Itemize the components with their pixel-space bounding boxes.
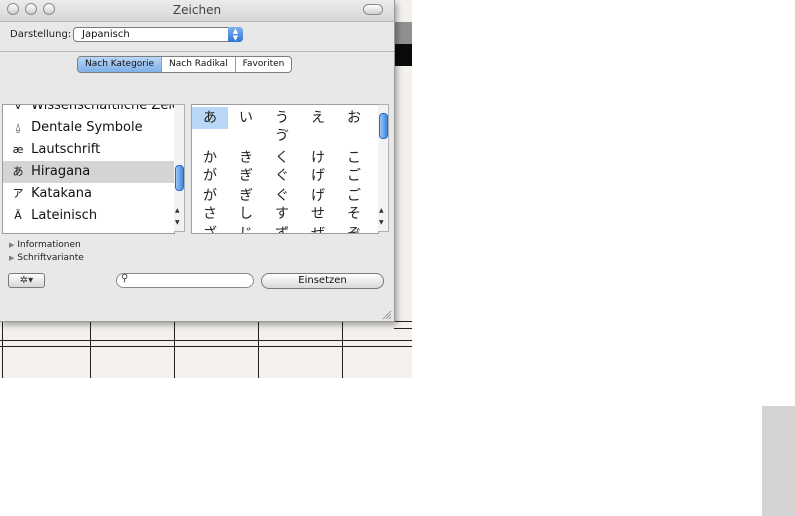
category-item-katakana[interactable]: ア Katakana — [3, 183, 174, 205]
character-scroll-thumb[interactable] — [379, 113, 388, 139]
background-toolbar-strip — [395, 22, 412, 44]
separator — [0, 51, 394, 52]
table-rule — [394, 328, 412, 329]
character-cell[interactable]: せ — [300, 203, 336, 225]
select-arrows-icon: ▲ ▼ — [228, 27, 243, 42]
tab-nach-kategorie[interactable]: Nach Kategorie — [78, 57, 163, 72]
character-cell[interactable]: が — [192, 165, 228, 187]
search-input[interactable] — [133, 275, 248, 286]
table-column-line — [90, 321, 91, 378]
disclosure-triangle-icon: ▶ — [9, 254, 15, 262]
search-icon: ⚲ — [121, 273, 129, 284]
table-column-line — [258, 321, 259, 378]
table-column-line — [174, 321, 175, 378]
search-field[interactable]: ⚲ — [116, 273, 254, 288]
character-cell[interactable]: じ — [228, 223, 264, 233]
category-label: Dentale Symbole — [31, 120, 143, 135]
resize-grip-icon[interactable] — [380, 308, 392, 320]
table-rule — [0, 340, 412, 341]
category-item-hiragana[interactable]: あ Hiragana — [3, 161, 174, 183]
character-palette-window: Zeichen Darstellung: Japanisch ▲ ▼ Nach K… — [0, 0, 395, 322]
category-item-lateinisch[interactable]: Ā Lateinisch — [3, 205, 174, 227]
table-column-line — [342, 321, 343, 378]
character-cell[interactable]: ぞ — [336, 223, 372, 233]
view-segmented-control: Nach Kategorie Nach Radikal Favoriten — [77, 56, 293, 73]
toolbar-toggle-button[interactable] — [363, 4, 383, 15]
gear-menu-button[interactable]: ✲▾ — [8, 273, 45, 288]
character-cell — [228, 125, 264, 147]
font-variant-label: Schriftvariante — [17, 253, 84, 263]
character-cell[interactable]: す — [264, 203, 300, 225]
side-grey-panel — [762, 406, 795, 516]
character-cell[interactable]: ぎ — [228, 165, 264, 187]
font-variant-disclosure[interactable]: ▶ Schriftvariante — [9, 253, 84, 263]
scroll-down-icon[interactable]: ▼ — [379, 219, 384, 226]
category-label: Hiragana — [31, 164, 91, 179]
tab-nach-radikal[interactable]: Nach Radikal — [162, 57, 236, 72]
category-item-wissenschaftliche[interactable]: ∀ Wissenschaftliche Zeichen — [3, 104, 174, 117]
category-list-scrollbar[interactable]: ▲ ▼ — [174, 104, 185, 232]
scroll-up-icon[interactable]: ▲ — [379, 207, 384, 214]
character-cell — [192, 125, 228, 147]
character-grid: あいうえおゔかきくけこがぎぐげごがぎぐげごさしすせそざじずぜぞ — [191, 104, 379, 234]
category-label: Lautschrift — [31, 142, 101, 157]
category-glyph: Ā — [14, 209, 22, 222]
scroll-down-icon[interactable]: ▼ — [175, 219, 180, 226]
character-cell[interactable]: げ — [300, 165, 336, 187]
category-glyph: ⍙ — [14, 121, 22, 134]
character-cell — [336, 125, 372, 147]
category-glyph: ア — [12, 187, 24, 200]
character-cell — [300, 125, 336, 147]
category-label: Katakana — [31, 186, 92, 201]
tab-favoriten[interactable]: Favoriten — [236, 57, 292, 72]
character-cell[interactable]: ご — [336, 165, 372, 187]
category-label: Wissenschaftliche Zeichen — [31, 104, 174, 113]
darstellung-value: Japanisch — [82, 29, 130, 40]
character-cell[interactable]: さ — [192, 203, 228, 225]
character-cell[interactable]: し — [228, 203, 264, 225]
category-glyph: あ — [12, 165, 24, 178]
table-rule — [0, 346, 412, 347]
info-label: Informationen — [17, 240, 81, 250]
category-glyph: ∀ — [14, 104, 22, 112]
info-disclosure[interactable]: ▶ Informationen — [9, 240, 81, 250]
character-cell[interactable]: ざ — [192, 223, 228, 233]
einsetzen-button[interactable]: Einsetzen — [261, 273, 384, 289]
category-item-lautschrift[interactable]: æ Lautschrift — [3, 139, 174, 161]
category-list: ∀ Wissenschaftliche Zeichen ⍙ Dentale Sy… — [2, 104, 175, 234]
character-cell[interactable]: ず — [264, 223, 300, 233]
darstellung-select[interactable]: Japanisch ▲ ▼ — [73, 27, 243, 42]
title-bar[interactable]: Zeichen — [0, 0, 394, 22]
category-scroll-thumb[interactable] — [175, 165, 184, 191]
character-cell[interactable]: ぜ — [300, 223, 336, 233]
disclosure-triangle-icon: ▶ — [9, 241, 15, 249]
scroll-up-icon[interactable]: ▲ — [175, 207, 180, 214]
darstellung-label: Darstellung: — [10, 29, 72, 40]
category-glyph: æ — [12, 143, 24, 156]
character-grid-scrollbar[interactable]: ▲ ▼ — [378, 104, 389, 232]
background-black-bar — [395, 44, 412, 66]
category-item-dentale-symbole[interactable]: ⍙ Dentale Symbole — [3, 117, 174, 139]
table-column-line — [2, 321, 3, 378]
character-cell[interactable]: ぐ — [264, 165, 300, 187]
character-cell[interactable]: そ — [336, 203, 372, 225]
window-title: Zeichen — [172, 3, 222, 17]
category-label: Lateinisch — [31, 208, 98, 223]
character-cell[interactable]: ゔ — [264, 125, 300, 147]
